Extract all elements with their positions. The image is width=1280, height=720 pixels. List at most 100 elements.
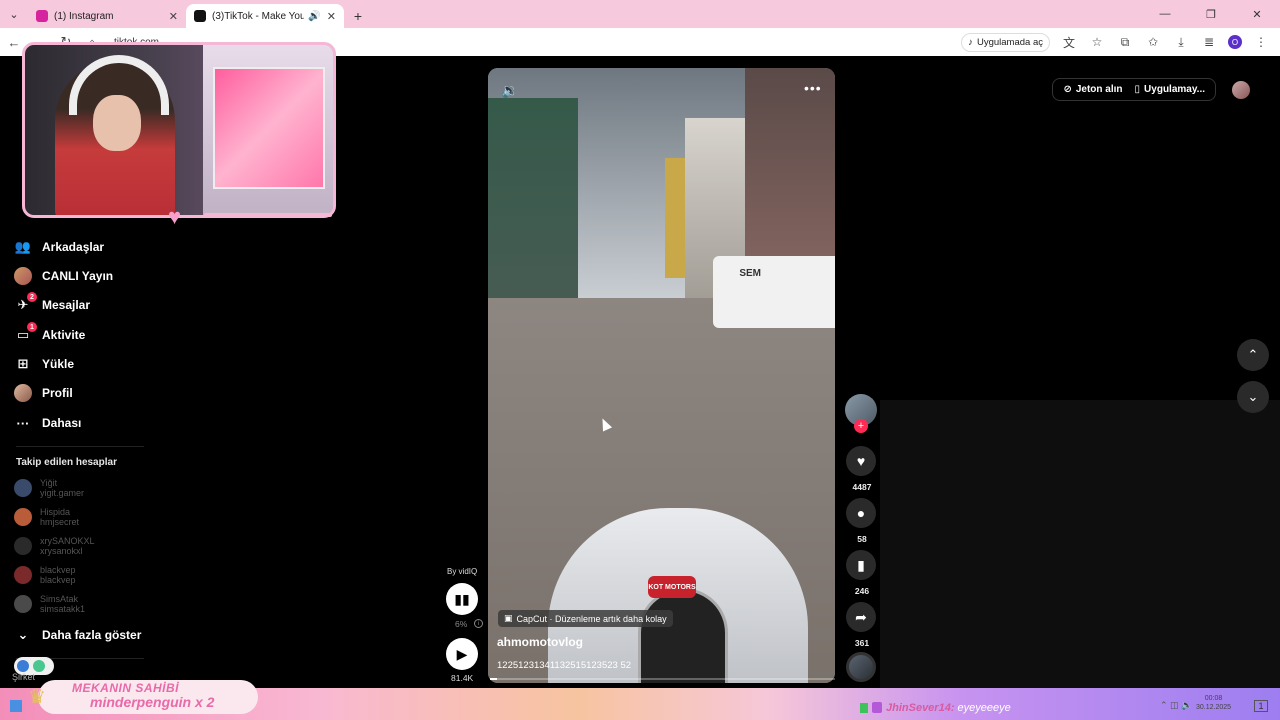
like-count: 4487 xyxy=(852,482,872,492)
capcut-icon: ▣ xyxy=(504,613,513,623)
show-more-button[interactable]: ⌄ Daha fazla göster xyxy=(14,626,142,644)
video-player[interactable]: SEM KOT MOTORS xyxy=(488,68,835,683)
top-supporter-name: minderpenguin x 2 xyxy=(90,694,215,710)
clock-date: 30.12.2025 xyxy=(1196,704,1232,711)
account-handle: yigit.gamer xyxy=(40,488,85,498)
tab-title: (1) Instagram xyxy=(54,10,114,22)
extensions-icon[interactable]: ⧉ xyxy=(1116,35,1134,50)
share-button[interactable]: ➦ xyxy=(846,602,876,632)
sidebar-item-more[interactable]: ··· Dahası xyxy=(14,414,82,432)
close-window-icon[interactable]: ✕ xyxy=(1234,0,1280,28)
activity-icon: ▭ 1 xyxy=(14,322,37,344)
video-caption: 12251231341132515123523 52 xyxy=(497,660,632,671)
speaker-icon[interactable]: 🔊 xyxy=(308,11,320,22)
avatar xyxy=(14,595,32,613)
vidiq-percent: 6% xyxy=(455,619,468,629)
sidebar-item-live[interactable]: CANLI Yayın xyxy=(14,267,113,285)
sidebar-item-label: CANLI Yayın xyxy=(42,269,114,283)
sidebar-item-activity[interactable]: ▭ 1 Aktivite xyxy=(14,322,86,344)
sidebar-footer-link[interactable]: Şirket xyxy=(12,672,35,682)
scooter-gauge xyxy=(638,588,728,683)
heart-icon: ♥ xyxy=(168,204,182,229)
avatar xyxy=(14,479,32,497)
bookmark-icon: ▮ xyxy=(857,556,865,573)
followed-account[interactable]: Hispida hmjsecret xyxy=(14,507,79,527)
activity-badge: 1 xyxy=(27,322,37,332)
next-video-button[interactable]: ⌄ xyxy=(1237,381,1269,413)
minimize-icon[interactable]: — xyxy=(1142,0,1188,28)
music-disc-icon[interactable] xyxy=(846,652,876,682)
video-author[interactable]: ahmomotovlog xyxy=(497,635,583,649)
vidiq-label: By vidIQ xyxy=(447,567,478,576)
restore-icon[interactable]: ❐ xyxy=(1188,0,1234,28)
windows-start-icon[interactable] xyxy=(10,700,22,712)
close-icon[interactable]: ✕ xyxy=(327,10,336,23)
follow-plus-icon[interactable]: + xyxy=(854,419,868,433)
bookmark-star-icon[interactable]: ☆ xyxy=(1088,35,1106,49)
tab-instagram[interactable]: (1) Instagram ✕ xyxy=(28,4,186,28)
avatar xyxy=(14,508,32,526)
open-in-app-button[interactable]: ♪ Uygulamada aç xyxy=(961,32,1050,52)
account-name: xrySANOKXL xyxy=(40,536,95,546)
more-options-icon[interactable]: ••• xyxy=(804,80,822,96)
media-control-icon[interactable]: ≣ xyxy=(1200,35,1218,49)
crown-icon: ♛ xyxy=(28,686,46,708)
account-name: SimsAtak xyxy=(40,594,79,604)
account-name: Yiğit xyxy=(40,478,58,488)
get-coins-button[interactable]: ⊘ Jeton alın xyxy=(1057,79,1128,100)
get-app-button[interactable]: ▯ Uygulamay... xyxy=(1129,79,1211,100)
video-progress-fill xyxy=(490,678,497,680)
comment-button[interactable]: ● xyxy=(846,498,876,528)
sidebar-item-friends[interactable]: 👥 Arkadaşlar xyxy=(14,238,104,256)
followed-account[interactable]: xrySANOKXL xrysanokxl xyxy=(14,536,95,556)
taskbar-clock[interactable]: 00:08 30.12.2025 xyxy=(1196,694,1231,712)
vidiq-stats-button[interactable]: ▮▮ xyxy=(446,583,478,615)
followed-accounts-title: Takip edilen hesaplar xyxy=(16,457,117,468)
sidebar-item-messages[interactable]: ✈ 2 Mesajlar xyxy=(14,292,90,314)
previous-video-button[interactable]: ⌃ xyxy=(1237,339,1269,371)
followed-account[interactable]: blackvep blackvep xyxy=(14,565,76,585)
new-tab-button[interactable]: + xyxy=(344,4,372,28)
extension-icon xyxy=(17,660,29,672)
chat-message: JhinSever14: eyeyeeeye xyxy=(886,702,1011,714)
webcam-pc-case xyxy=(213,67,325,189)
user-avatar[interactable] xyxy=(1232,80,1250,99)
tiktok-icon: ♪ xyxy=(968,36,973,48)
tab-title: (3)TikTok - Make Your Day xyxy=(212,10,305,22)
messages-icon: ✈ 2 xyxy=(14,292,37,314)
save-button[interactable]: ▮ xyxy=(846,550,876,580)
translate-icon[interactable]: 文 xyxy=(1060,34,1078,51)
favorites-icon[interactable]: ✩ xyxy=(1144,35,1162,49)
system-tray[interactable]: ⌃ ◫ 🔈 xyxy=(1160,700,1192,711)
sidebar-item-label: Yükle xyxy=(42,357,75,371)
clock-time: 00:08 xyxy=(1204,695,1223,702)
right-background xyxy=(880,400,1280,690)
sidebar-item-upload[interactable]: ⊞ Yükle xyxy=(14,355,74,373)
video-progress-bar[interactable] xyxy=(490,678,835,680)
download-icon[interactable]: ⤓ xyxy=(1172,35,1190,50)
account-handle: hmjsecret xyxy=(40,517,80,527)
followed-account[interactable]: SimsAtak simsatakk1 xyxy=(14,594,85,614)
sidebar-item-profile[interactable]: Profil xyxy=(14,384,73,402)
close-icon[interactable]: ✕ xyxy=(169,10,178,23)
tab-tiktok[interactable]: (3)TikTok - Make Your Day 🔊 ✕ xyxy=(186,4,344,28)
capcut-label: CapCut · Düzenleme artık daha kolay xyxy=(516,613,667,624)
like-button[interactable]: ♥ xyxy=(846,446,876,476)
account-handle: blackvep xyxy=(40,575,76,585)
top-right-group: ⊘ Jeton alın ▯ Uygulamay... xyxy=(1052,78,1216,101)
notification-count[interactable]: 1 xyxy=(1254,700,1268,712)
browser-tab-bar: ⌄ (1) Instagram ✕ (3)TikTok - Make Your … xyxy=(0,0,1280,28)
volume-icon[interactable]: 🔉 xyxy=(501,82,518,99)
profile-avatar[interactable]: O xyxy=(1228,35,1242,49)
view-count: 81.4K xyxy=(451,673,474,683)
capcut-banner[interactable]: ▣ CapCut · Düzenleme artık daha kolay xyxy=(498,610,673,627)
info-icon[interactable]: i xyxy=(474,619,483,628)
open-in-app-label: Uygulamada aç xyxy=(976,36,1043,48)
followed-account[interactable]: Yiğit yigit.gamer xyxy=(14,478,84,498)
webcam-headset xyxy=(69,55,169,115)
menu-icon[interactable]: ⋮ xyxy=(1252,35,1270,49)
sidebar-item-label: Aktivite xyxy=(42,328,86,342)
tab-search-icon[interactable]: ⌄ xyxy=(0,0,28,28)
play-button[interactable]: ▶ xyxy=(446,638,478,670)
window-controls: — ❐ ✕ xyxy=(1142,0,1280,28)
